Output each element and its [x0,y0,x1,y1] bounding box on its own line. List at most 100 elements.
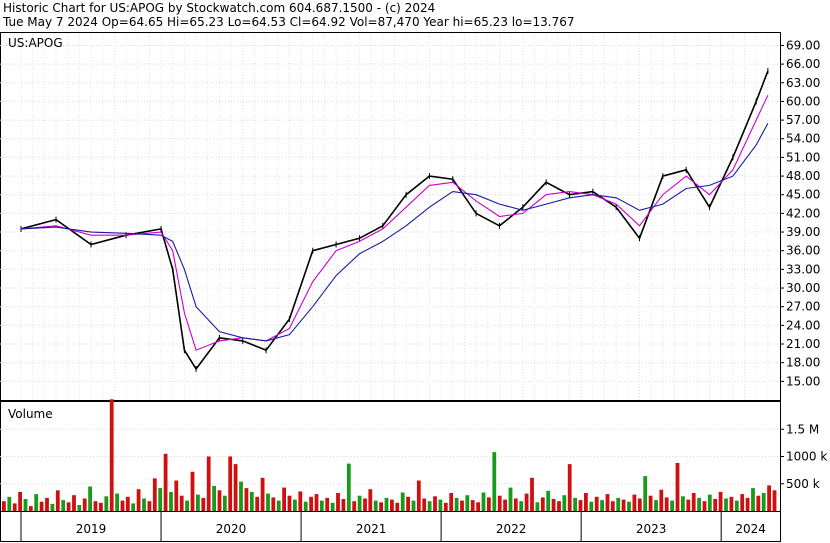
volume-bar [573,497,577,511]
price-tick-label: 33.00 [786,262,820,276]
price-tick-label: 27.00 [786,300,820,314]
volume-bar [734,500,739,511]
price-tick-label: 60.00 [786,94,820,108]
volume-bar [540,497,545,511]
year-label: 2022 [496,522,527,536]
price-tick-label: 45.00 [786,188,820,202]
volume-bar [325,497,330,511]
volume-bar [664,497,669,511]
volume-bar [352,501,357,511]
volume-bar [169,491,173,511]
volume-bar [508,487,513,511]
volume-bar [206,456,211,511]
volume-bar [249,491,254,511]
volume-bar [244,488,249,511]
volume-bar [266,493,270,511]
volume-bar [600,500,604,511]
year-label: 2021 [356,522,387,536]
volume-bar [330,502,335,511]
volume-bar [610,501,615,511]
volume-bar [93,501,98,511]
volume-bar [373,500,378,511]
volume-tick-label: 1000 k [786,450,827,464]
volume-bar [438,499,443,511]
volume-bar [319,500,324,511]
volume-bar [158,488,163,511]
volume-bar [18,491,22,511]
price-tick-label: 21.00 [786,337,820,351]
price-panel-title: US:APOG [8,36,63,50]
volume-bar [271,497,276,511]
volume-bar [368,489,373,511]
volume-bar [416,480,421,511]
year-label: 2023 [636,522,667,536]
volume-bar [535,502,540,511]
volume-bar [346,463,351,511]
volume-bar [686,499,691,511]
volume-bar [503,499,507,511]
volume-bar [276,500,281,511]
volume-bar [77,505,82,511]
volume-bar [584,493,588,511]
volume-bar [497,495,502,511]
volume-bar [314,494,319,511]
price-tick-label: 57.00 [786,113,820,127]
volume-bar [12,503,17,511]
volume-bar [433,496,437,511]
volume-bar [718,491,723,511]
volume-bar [519,501,524,511]
volume-bar [255,496,260,511]
volume-bar [23,499,28,511]
volume-bar [45,497,49,511]
volume-bar [185,500,189,511]
volume-bar [772,490,777,511]
volume-bar [303,501,308,511]
price-tick-label: 51.00 [786,150,820,164]
volume-bar [659,489,664,511]
volume-bar [422,498,427,511]
volume-bar [390,499,394,511]
volume-bar [260,477,265,511]
volume-bar [217,490,222,511]
volume-bar [34,494,39,511]
volume-bar [39,501,44,511]
volume-bar [228,456,233,511]
volume-bar [481,492,486,511]
volume-bar [524,493,529,511]
volume-bar [729,496,734,511]
price-tick-label: 30.00 [786,281,820,295]
volume-bar [454,497,459,511]
volume-bar [7,496,12,511]
volume-tick-label: 500 k [786,477,820,491]
volume-bar [61,500,66,511]
volume-bar [767,485,771,511]
price-tick-label: 69.00 [786,38,820,52]
price-tick-label: 18.00 [786,356,820,370]
volume-bar [492,452,497,511]
volume-bar [125,496,130,511]
year-label: 2020 [216,522,247,536]
price-tick-label: 24.00 [786,318,820,332]
volume-bar [691,493,696,511]
volume-bar [142,498,146,511]
price-tick-label: 36.00 [786,244,820,258]
volume-bar [233,464,238,511]
volume-bar [163,453,168,511]
volume-bar [578,500,583,511]
volume-bar [702,501,707,511]
volume-bar [66,502,71,511]
volume-bar [460,500,464,511]
volume-bar [152,478,157,511]
volume-bar [174,480,179,511]
price-axis: 15.00 18.00 21.00 24.00 27.00 30.00 33.00 36.00… [780,38,820,388]
volume-bar [740,494,745,511]
stock-chart: 15.00 18.00 21.00 24.00 27.00 30.00 33.00 36.00… [0,32,827,542]
volume-bar [109,399,114,511]
volume-bar [487,497,491,511]
volume-bar [551,499,556,511]
volume-bar [341,499,346,511]
volume-bar [589,501,594,511]
volume-bar [395,502,400,511]
volume-bar [476,502,480,511]
price-tick-label: 15.00 [786,374,820,388]
